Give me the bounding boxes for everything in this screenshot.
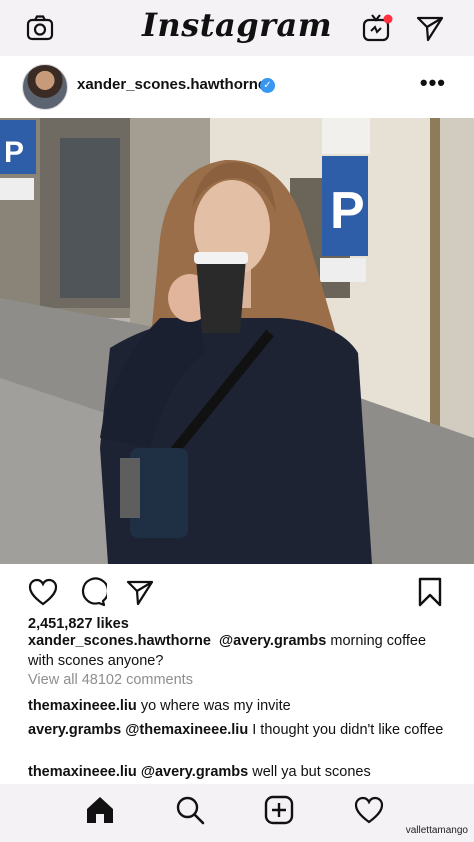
add-post-icon[interactable] [262,793,296,827]
instagram-logo: Instagram [141,6,333,44]
caption-mention[interactable]: @avery.grambs [219,633,326,649]
heart-icon[interactable] [27,576,59,608]
comment-username[interactable]: themaxineee.liu [28,764,137,780]
bottom-nav: vallettamango [0,784,474,842]
caption-line-2: with scones anyone? [28,653,164,669]
top-bar: Instagram [0,0,474,56]
comment-mention[interactable]: @avery.grambs [141,764,248,780]
post-header: xander_scones.hawthorne ✓ ••• [0,56,474,118]
post-username[interactable]: xander_scones.hawthorne [77,76,266,93]
bookmark-icon[interactable] [414,576,446,608]
post-photo[interactable]: P P [0,118,474,564]
comment-3: themaxineee.liu @avery.grambs well ya bu… [28,764,371,780]
activity-heart-icon[interactable] [352,793,386,827]
comment-text: well ya but scones [252,764,371,780]
comment-text: yo where was my invite [140,698,291,714]
comment-username[interactable]: themaxineee.liu [28,698,137,714]
home-icon[interactable] [83,793,117,827]
comment-icon[interactable] [76,576,108,608]
igtv-icon[interactable] [361,12,393,44]
comment-2: avery.grambs @themaxineee.liu I thought … [28,722,443,738]
likes-count[interactable]: 2,451,827 likes [28,616,129,632]
comment-mention[interactable]: @themaxineee.liu [125,722,248,738]
avatar[interactable] [22,64,68,110]
caption-text: morning coffee [330,633,427,649]
comment-username[interactable]: avery.grambs [28,722,121,738]
post-actions [0,564,474,616]
comment-1: themaxineee.liu yo where was my invite [28,698,291,714]
direct-send-icon[interactable] [414,12,446,44]
caption-username[interactable]: xander_scones.hawthorne [28,633,211,649]
more-icon[interactable]: ••• [420,70,446,96]
svg-text:P: P [330,182,365,240]
svg-text:P: P [4,136,24,169]
comment-text: I thought you didn't like coffee [252,722,444,738]
watermark: vallettamango [405,825,468,836]
caption-line-1: xander_scones.hawthorne @avery.grambs mo… [28,633,426,649]
view-all-comments-link[interactable]: View all 48102 comments [28,672,193,688]
search-icon[interactable] [173,793,207,827]
verified-badge-icon: ✓ [260,78,275,93]
post-body: 2,451,827 likes xander_scones.hawthorne … [0,616,474,784]
share-icon[interactable] [124,576,156,608]
